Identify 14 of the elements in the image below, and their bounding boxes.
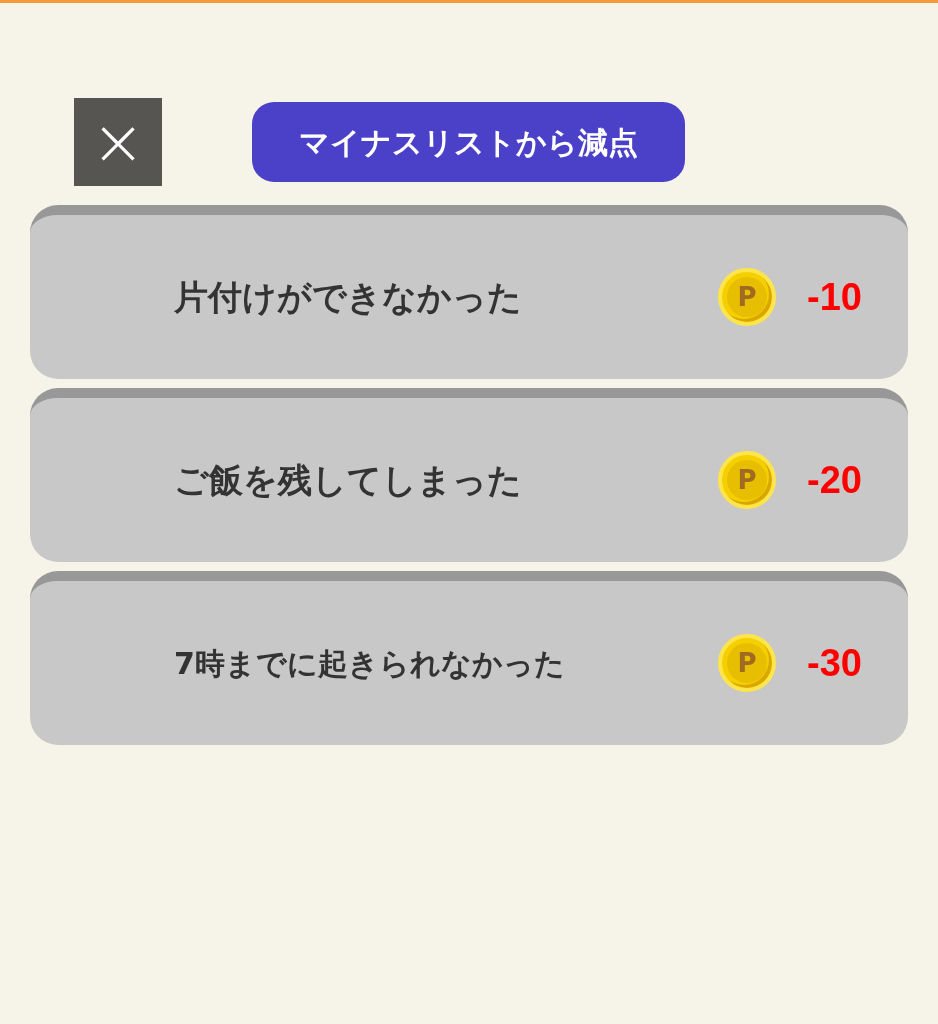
list-card[interactable]: ご飯を残してしまった P -20 xyxy=(30,388,908,562)
points-value: -20 xyxy=(806,457,862,503)
coin-icon: P xyxy=(718,268,776,326)
points-value: -10 xyxy=(806,274,862,320)
item-label: 7時までに起きられなかった xyxy=(174,644,566,683)
points-value: -30 xyxy=(806,640,862,686)
coin-icon: P xyxy=(718,451,776,509)
list-card[interactable]: 片付けができなかった P -10 xyxy=(30,205,908,379)
title-banner: マイナスリストから減点 xyxy=(252,102,685,182)
item-label: 片付けができなかった xyxy=(174,275,523,319)
coin-icon: P xyxy=(718,634,776,692)
close-button[interactable]: × xyxy=(74,98,162,186)
list-card[interactable]: 7時までに起きられなかった P -30 xyxy=(30,571,908,745)
item-label: ご飯を残してしまった xyxy=(174,458,523,502)
